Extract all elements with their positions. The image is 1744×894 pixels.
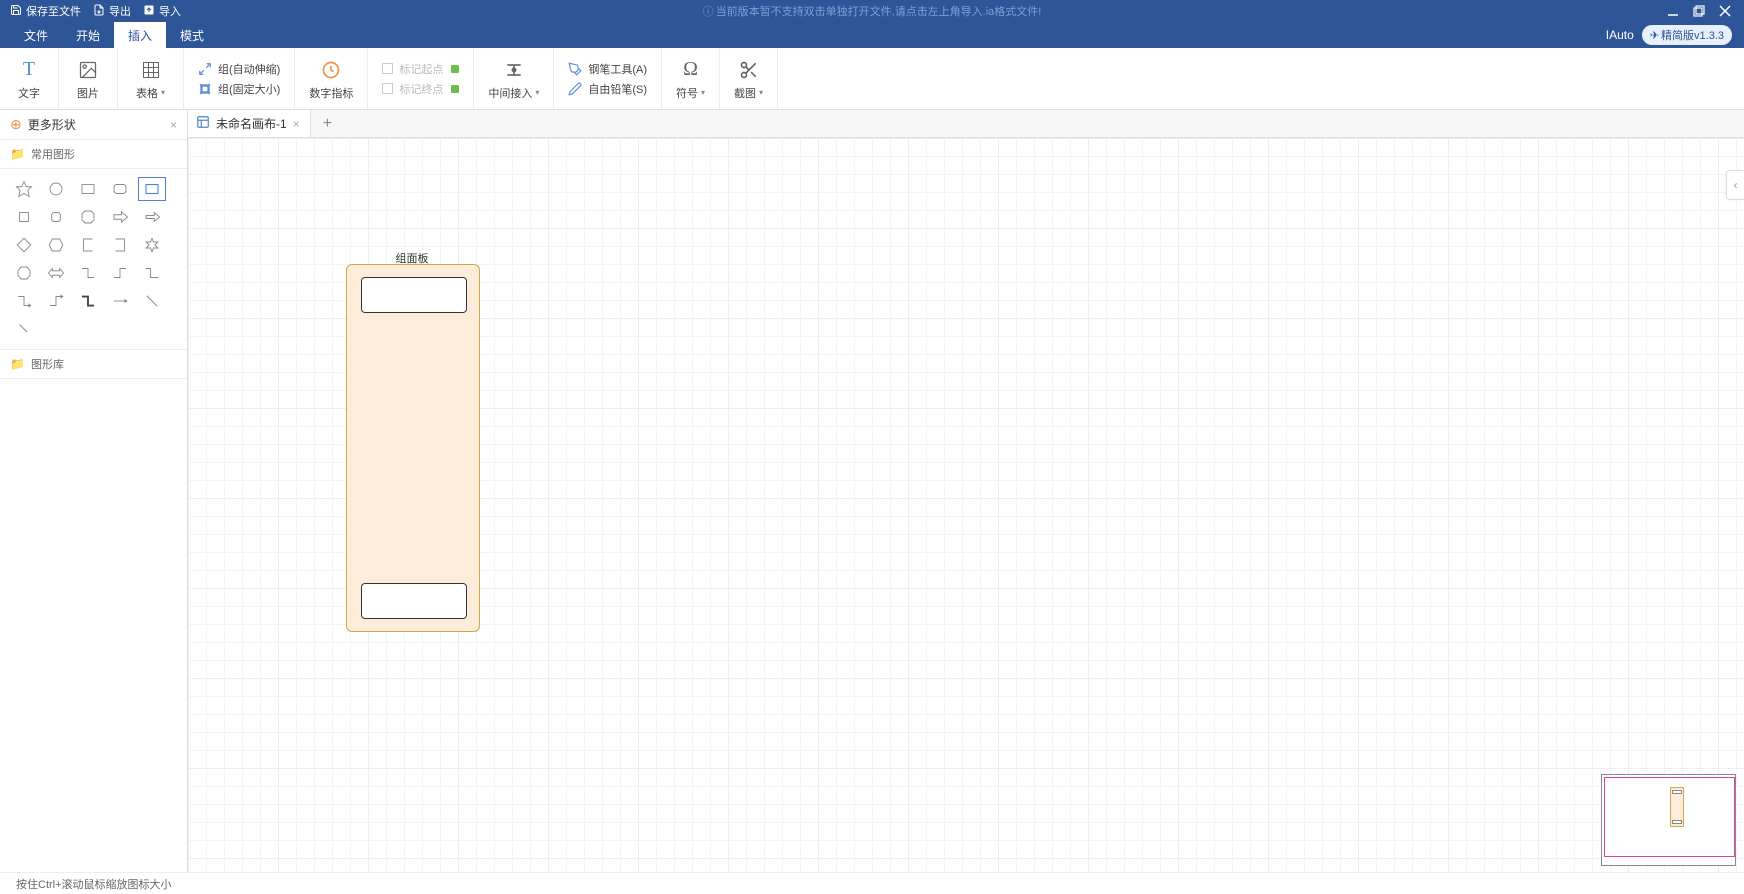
fixed-size-icon (198, 82, 212, 96)
shape-arrow-thin[interactable] (138, 205, 166, 229)
document-tab[interactable]: 未命名画布-1 × (188, 110, 311, 137)
shape-connector-step[interactable] (138, 261, 166, 285)
text-icon: T (23, 57, 35, 83)
shape-rounded-rect[interactable] (106, 177, 134, 201)
shape-short-diag[interactable] (10, 317, 38, 341)
export-icon (93, 4, 105, 19)
tab-title: 未命名画布-1 (216, 115, 287, 132)
minimap-shape (1670, 787, 1684, 827)
table-icon (140, 57, 162, 83)
image-icon (77, 57, 99, 83)
shape-connector-arrow2[interactable] (42, 289, 70, 313)
menu-file[interactable]: 文件 (10, 22, 62, 48)
ribbon-crop[interactable]: 截图 ▾ (720, 48, 778, 109)
common-shapes-section[interactable]: 📁 常用图形 (0, 140, 187, 169)
brand-label: IAuto (1606, 28, 1634, 42)
ribbon-group-fixed[interactable]: 组(固定大小) (198, 81, 280, 97)
shape-line-arrow[interactable] (106, 289, 134, 313)
left-panel: ⊕ 更多形状 × 📁 常用图形 (0, 110, 188, 872)
folder-icon: 📁 (10, 147, 25, 161)
shape-arrow-outline[interactable] (106, 205, 134, 229)
info-icon: ⓘ (703, 3, 714, 19)
shape-diamond[interactable] (10, 233, 38, 257)
canvas-icon (196, 115, 210, 132)
right-panel-toggle[interactable]: ‹ (1726, 170, 1744, 200)
shape-diag-line[interactable] (138, 289, 166, 313)
pen-icon (568, 62, 582, 76)
close-icon[interactable]: × (293, 117, 300, 131)
end-marker-icon (451, 85, 459, 93)
import-icon (143, 4, 155, 19)
shape-connector-arrow1[interactable] (10, 289, 38, 313)
window-restore-icon[interactable] (1692, 4, 1706, 18)
checkbox-icon (382, 83, 393, 94)
ribbon-digit-indicator[interactable]: 数字指标 (295, 48, 368, 109)
ribbon-mid-insert[interactable]: 中间接入 ▾ (474, 48, 554, 109)
canvas[interactable]: 组面板 (188, 138, 1744, 872)
ribbon-free-pencil[interactable]: 自由铅笔(S) (568, 81, 647, 97)
group-panel-shape[interactable] (346, 264, 480, 632)
add-tab-button[interactable]: + (311, 115, 344, 133)
chevron-down-icon: ▾ (161, 88, 165, 97)
pencil-icon (568, 82, 582, 96)
ribbon-pen-tool[interactable]: 钢笔工具(A) (568, 61, 647, 77)
title-warning: ⓘ 当前版本暂不支持双击单独打开文件,请点击左上角导入.ia格式文件! (703, 3, 1042, 19)
shape-6star[interactable] (138, 233, 166, 257)
chevron-down-icon: ▾ (535, 88, 539, 97)
ribbon-table[interactable]: 表格 ▾ (118, 48, 184, 109)
shape-star[interactable] (10, 177, 38, 201)
shape-hexagon[interactable] (42, 233, 70, 257)
ribbon-mark-end[interactable]: 标记终点 (382, 81, 459, 97)
shape-library-section[interactable]: 📁 图形库 (0, 349, 187, 379)
shape-connector-z[interactable] (106, 261, 134, 285)
more-shapes-header[interactable]: ⊕ 更多形状 × (0, 110, 187, 140)
shape-connector-l[interactable] (74, 261, 102, 285)
status-hint: 按住Ctrl+滚动鼠标缩放图标大小 (16, 876, 172, 892)
chevron-down-icon: ▾ (701, 88, 705, 97)
shape-octagon[interactable] (74, 205, 102, 229)
chevron-down-icon: ▾ (759, 88, 763, 97)
save-icon (10, 4, 22, 19)
folder-icon: 📁 (10, 357, 25, 371)
omega-icon: Ω (683, 57, 698, 83)
shape-rounded-square[interactable] (42, 205, 70, 229)
import-button[interactable]: 导入 (143, 3, 181, 19)
minimap[interactable] (1601, 774, 1736, 866)
ribbon-text[interactable]: T 文字 (0, 48, 59, 109)
shape-open-bracket[interactable] (74, 233, 102, 257)
ribbon-image[interactable]: 图片 (59, 48, 118, 109)
group-panel-inner-bottom[interactable] (361, 583, 467, 619)
checkbox-icon (382, 63, 393, 74)
menu-start[interactable]: 开始 (62, 22, 114, 48)
plus-icon: ⊕ (10, 116, 22, 133)
digit-indicator-icon (320, 57, 342, 83)
shape-square[interactable] (10, 205, 38, 229)
shape-grid (0, 169, 187, 349)
shape-double-arrow[interactable] (42, 261, 70, 285)
start-marker-icon (451, 65, 459, 73)
shape-pentagon[interactable] (10, 261, 38, 285)
chevron-left-icon: ‹ (1734, 178, 1738, 192)
save-to-file-button[interactable]: 保存至文件 (10, 3, 81, 19)
shape-rect-blue[interactable] (138, 177, 166, 201)
close-icon[interactable]: × (170, 118, 177, 132)
window-close-icon[interactable] (1718, 4, 1732, 18)
ribbon-mark-start[interactable]: 标记起点 (382, 61, 459, 77)
send-icon: ✈ (1650, 29, 1659, 42)
ribbon-symbol[interactable]: Ω 符号 ▾ (662, 48, 720, 109)
export-button[interactable]: 导出 (93, 3, 131, 19)
shape-circle[interactable] (42, 177, 70, 201)
expand-icon (198, 62, 212, 76)
menu-mode[interactable]: 模式 (166, 22, 218, 48)
version-badge[interactable]: ✈ 精简版v1.3.3 (1642, 25, 1732, 45)
shape-rect[interactable] (74, 177, 102, 201)
group-panel-inner-top[interactable] (361, 277, 467, 313)
mid-insert-icon (503, 57, 525, 83)
scissors-icon (738, 57, 760, 83)
window-minimize-icon[interactable] (1666, 4, 1680, 18)
ribbon-group-auto[interactable]: 组(自动伸缩) (198, 61, 280, 77)
shape-close-bracket[interactable] (106, 233, 134, 257)
shape-connector-thick[interactable] (74, 289, 102, 313)
menu-insert[interactable]: 插入 (114, 22, 166, 48)
